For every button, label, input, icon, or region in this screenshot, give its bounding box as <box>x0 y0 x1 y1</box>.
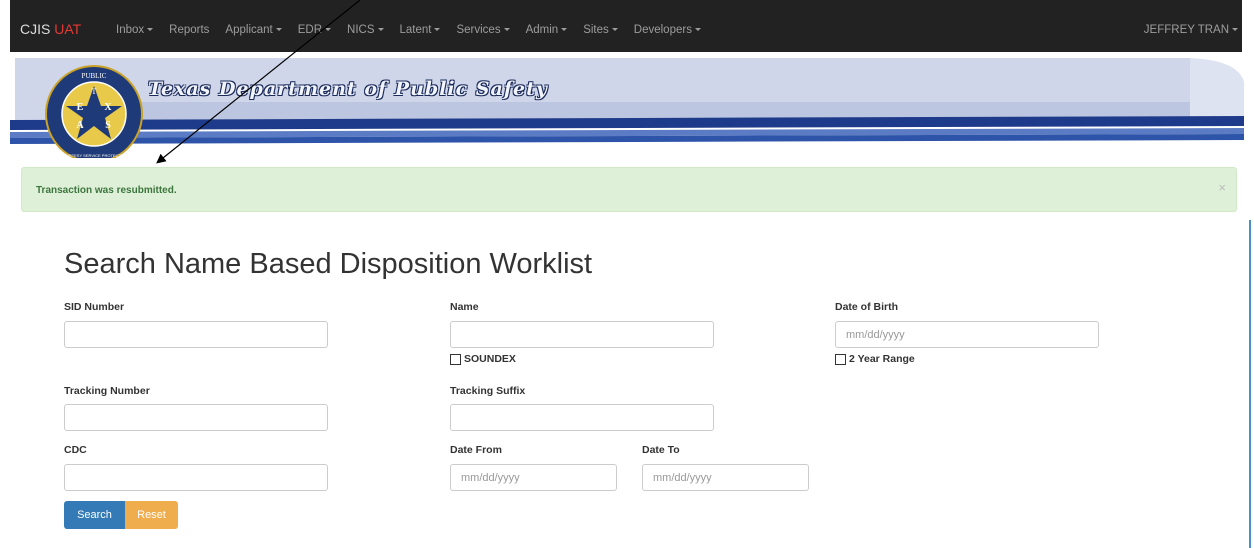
alert-message: Transaction was resubmitted. <box>36 185 177 196</box>
brand-link[interactable]: CJIS UAT <box>20 21 81 37</box>
soundex-label: SOUNDEX <box>464 353 516 365</box>
search-button[interactable]: Search <box>64 501 125 529</box>
nav-item-label: Reports <box>169 24 210 36</box>
nav-item-latent[interactable]: Latent <box>400 24 441 36</box>
seal-letter: X <box>104 102 112 113</box>
nav-item-nics[interactable]: NICS <box>347 24 384 36</box>
date-to-input[interactable] <box>642 464 809 491</box>
nav-item-services[interactable]: Services <box>456 24 510 36</box>
date-from-input[interactable] <box>450 464 617 491</box>
caret-down-icon <box>325 28 332 32</box>
tracking-suffix-label: Tracking Suffix <box>450 385 526 397</box>
nav-item-applicant[interactable]: Applicant <box>225 24 282 36</box>
name-input[interactable] <box>450 321 714 348</box>
tracking-number-input[interactable] <box>64 404 328 431</box>
close-icon[interactable]: × <box>1218 180 1226 195</box>
caret-down-icon <box>503 28 510 32</box>
caret-down-icon <box>611 28 618 32</box>
nav-item-reports[interactable]: Reports <box>169 24 209 36</box>
caret-down-icon <box>377 28 384 32</box>
nav-item-label: Sites <box>583 24 609 36</box>
sid-number-label: SID Number <box>64 301 125 313</box>
seal-letter: E <box>77 102 84 113</box>
date-to-label: Date To <box>642 444 680 456</box>
caret-down-icon <box>147 28 154 32</box>
dob-input[interactable] <box>835 321 1099 348</box>
name-label: Name <box>450 301 479 313</box>
nav-item-label: Latent <box>399 24 432 36</box>
seal-bottom-text: COURTESY SERVICE PROTECTION <box>60 153 128 158</box>
tracking-number-label: Tracking Number <box>64 385 150 397</box>
brand-name: CJIS <box>20 21 51 37</box>
nav-item-label: Inbox <box>116 24 145 36</box>
sid-number-input[interactable] <box>64 321 328 348</box>
brand-environment: UAT <box>54 21 82 37</box>
tracking-suffix-input[interactable] <box>450 404 714 431</box>
nav-item-developers[interactable]: Developers <box>634 24 701 36</box>
checkbox-icon <box>835 353 846 365</box>
nav-item-sites[interactable]: Sites <box>583 24 618 36</box>
agency-banner: Texas Department of Public Safety T E X … <box>10 52 1246 158</box>
page-title: Search Name Based Disposition Worklist <box>64 248 593 280</box>
nav-item-label: Services <box>456 24 501 36</box>
nav-item-label: Applicant <box>225 24 273 36</box>
caret-down-icon <box>561 28 568 32</box>
two-year-range-label: 2 Year Range <box>849 353 915 365</box>
nav-item-edr[interactable]: EDR <box>297 24 332 36</box>
caret-down-icon <box>434 28 441 32</box>
nav-item-label: EDR <box>297 24 323 36</box>
success-alert: Transaction was resubmitted. × <box>21 167 1237 212</box>
checkbox-icon <box>450 353 461 365</box>
seal-letter: T <box>92 87 97 96</box>
seal-letter: S <box>105 120 111 131</box>
top-navbar: CJIS UAT Inbox Reports Applicant EDR NIC… <box>10 0 1242 52</box>
two-year-range-checkbox[interactable]: 2 Year Range <box>835 353 915 365</box>
nav-menu: Inbox Reports Applicant EDR NICS Latent … <box>116 24 717 36</box>
nav-item-admin[interactable]: Admin <box>526 24 568 36</box>
caret-down-icon <box>694 28 701 32</box>
user-name: JEFFREY TRAN <box>1143 24 1229 36</box>
seal-top-text: PUBLIC <box>82 72 107 80</box>
caret-down-icon <box>275 28 282 32</box>
date-from-label: Date From <box>450 444 502 456</box>
caret-down-icon <box>1232 28 1238 32</box>
nav-item-label: Admin <box>525 24 559 36</box>
nav-item-label: NICS <box>347 24 375 36</box>
banner-graphic <box>10 58 1246 158</box>
nav-item-label: Developers <box>633 24 692 36</box>
banner-title: Texas Department of Public Safety <box>148 78 548 100</box>
reset-button[interactable]: Reset <box>125 501 178 529</box>
soundex-checkbox[interactable]: SOUNDEX <box>450 353 516 365</box>
user-menu[interactable]: JEFFREY TRAN <box>1144 24 1238 36</box>
cdc-input[interactable] <box>64 464 328 491</box>
nav-item-inbox[interactable]: Inbox <box>116 24 154 36</box>
dob-label: Date of Birth <box>835 301 898 313</box>
seal-letter: A <box>76 120 84 131</box>
dps-seal-icon: T E X A S PUBLIC COURTESY SERVICE PROTEC… <box>45 65 143 158</box>
cdc-label: CDC <box>64 444 87 456</box>
scrollbar-edge <box>1249 220 1251 548</box>
